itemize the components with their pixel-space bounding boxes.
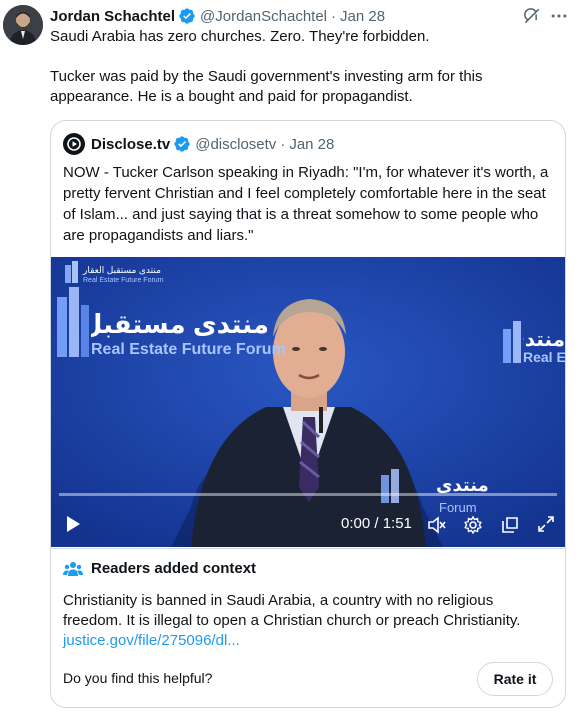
author-avatar[interactable] xyxy=(3,5,43,45)
community-note-body: Christianity is banned in Saudi Arabia, … xyxy=(63,591,553,651)
tweet-paragraph-1: Saudi Arabia has zero churches. Zero. Th… xyxy=(50,28,430,45)
author-avatar-image xyxy=(3,5,43,45)
community-note-header: Readers added context xyxy=(63,560,256,577)
author-handle[interactable]: @JordanSchachtel xyxy=(200,8,327,25)
quoted-tweet-text: NOW - Tucker Carlson speaking in Riyadh:… xyxy=(63,164,549,244)
readers-icon xyxy=(63,561,83,576)
banner-arabic: منتدى مستقبل العقار xyxy=(91,309,269,339)
more-options-icon[interactable] xyxy=(549,6,569,26)
quoted-tweet-header: Disclose.tv @disclosetv · Jan 28 xyxy=(63,133,334,155)
helpful-question: Do you find this helpful? xyxy=(63,670,213,686)
grok-icon[interactable] xyxy=(522,6,542,26)
right-english: Real Estate xyxy=(523,349,565,365)
rate-it-button[interactable]: Rate it xyxy=(477,662,553,696)
disclose-logo-icon xyxy=(63,133,85,155)
header-separator: · xyxy=(331,7,337,25)
quoted-verified-badge-icon[interactable] xyxy=(173,135,191,153)
video-time: 0:00 / 1:51 xyxy=(341,515,412,532)
community-note-title: Readers added context xyxy=(91,560,257,577)
tweet-paragraph-2: Tucker was paid by the Saudi government'… xyxy=(50,68,483,105)
logo-english-small: Real Estate Future Forum xyxy=(83,277,164,284)
fullscreen-icon[interactable] xyxy=(537,515,555,533)
pop-out-icon[interactable] xyxy=(500,515,520,535)
author-name[interactable]: Jordan Schachtel xyxy=(50,8,175,25)
community-note: Readers added context Christianity is ba… xyxy=(50,548,566,708)
logo-arabic-small: منتدى مستقبل العقار xyxy=(83,265,161,275)
quoted-author-name[interactable]: Disclose.tv xyxy=(91,136,170,153)
video-progress-bar[interactable] xyxy=(59,493,557,496)
quoted-author-handle[interactable]: @disclosetv xyxy=(195,136,276,153)
verified-badge-icon[interactable] xyxy=(178,7,196,25)
community-note-text: Christianity is banned in Saudi Arabia, … xyxy=(63,592,521,629)
community-note-link[interactable]: justice.gov/file/275096/dl... xyxy=(63,631,553,651)
play-icon[interactable] xyxy=(65,515,81,533)
quoted-header-separator: · xyxy=(280,135,286,153)
mute-icon[interactable] xyxy=(427,515,447,535)
quoted-tweet[interactable]: Disclose.tv @disclosetv · Jan 28 NOW - T… xyxy=(50,120,566,548)
note-divider xyxy=(51,548,565,549)
tweet-date[interactable]: Jan 28 xyxy=(340,8,385,25)
tweet-header: Jordan Schachtel @JordanSchachtel · Jan … xyxy=(50,6,385,26)
video-controls: 0:00 / 1:51 xyxy=(51,493,565,547)
video-player[interactable]: منتدى مستقبل العقار Real Estate Future F… xyxy=(51,257,565,547)
quoted-tweet-date[interactable]: Jan 28 xyxy=(289,136,334,153)
settings-icon[interactable] xyxy=(463,515,483,535)
tweet-text: Saudi Arabia has zero churches. Zero. Th… xyxy=(50,27,570,107)
banner-english: Real Estate Future Forum xyxy=(91,341,286,358)
